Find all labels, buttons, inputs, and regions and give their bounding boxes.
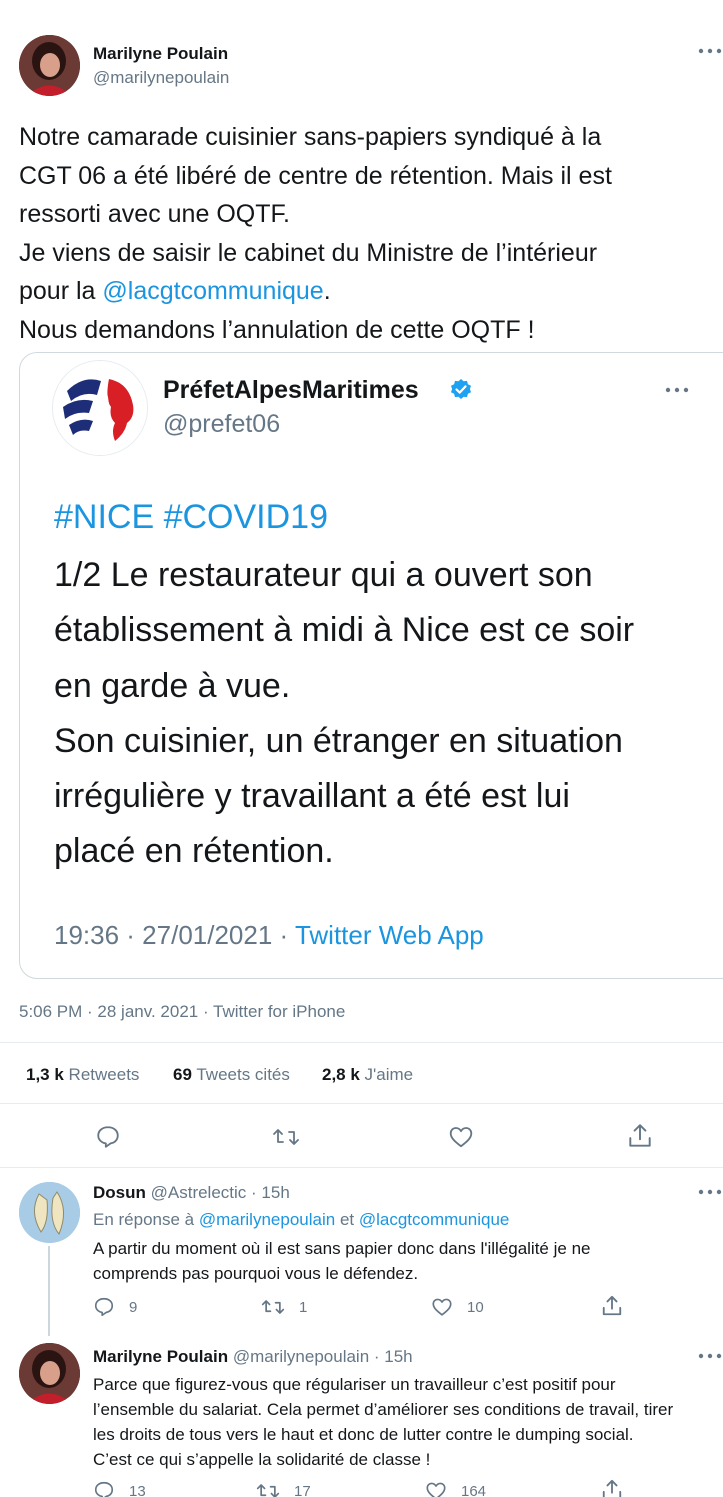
thread-line	[48, 1246, 50, 1336]
reply-author-handle[interactable]: @Astrelectic	[151, 1183, 247, 1202]
quotes-count: 69	[173, 1065, 192, 1084]
reply-retweet-action[interactable]: 1	[261, 1296, 307, 1318]
reply-text-line: C’est ce qui s’appelle la solidarité de …	[93, 1450, 431, 1469]
reply-text-line: Parce que figurez-vous que régulariser u…	[93, 1375, 616, 1394]
like-count: 10	[467, 1298, 484, 1316]
tweet-text-line: Nous demandons l’annulation de cette OQT…	[19, 315, 535, 344]
author-handle[interactable]: @marilynepoulain	[93, 68, 229, 88]
reply-text-line: A partir du moment où il est sans papier…	[93, 1239, 591, 1258]
reply-to-label: En réponse à	[93, 1210, 195, 1229]
reply-text: Parce que figurez-vous que régulariser u…	[93, 1372, 723, 1472]
quotes-stat[interactable]: 69 Tweets cités	[173, 1065, 290, 1085]
quoted-text-line: 1/2 Le restaurateur qui a ouvert son	[54, 556, 593, 594]
reply-text: A partir du moment où il est sans papier…	[93, 1236, 723, 1286]
reply-time[interactable]: · 15h	[251, 1183, 290, 1202]
reply-to-mention[interactable]: @marilynepoulain	[199, 1210, 335, 1229]
reply-reply-action[interactable]: 9	[93, 1296, 137, 1318]
like-count: 164	[461, 1482, 487, 1497]
quoted-author-handle[interactable]: @prefet06	[163, 410, 280, 439]
reply-author-name[interactable]: Dosun	[93, 1183, 146, 1202]
divider	[0, 1103, 723, 1104]
quoted-text-line: en garde à vue.	[54, 666, 291, 705]
heart-icon[interactable]	[448, 1124, 474, 1150]
retweet-icon	[261, 1296, 285, 1318]
more-horizontal-icon[interactable]	[697, 46, 723, 56]
quoted-timestamp: 19:36 · 27/01/2021 · Twitter Web App	[54, 920, 484, 951]
reply-header: Dosun @Astrelectic · 15h	[93, 1183, 290, 1203]
likes-stat[interactable]: 2,8 k J'aime	[322, 1065, 413, 1085]
tweet-text-line: pour la @lacgtcommunique.	[19, 272, 719, 311]
reply-text-line: les droits de tous vers le haut et donc …	[93, 1425, 634, 1444]
retweets-stat[interactable]: 1,3 k Retweets	[26, 1065, 139, 1084]
retweet-count: 17	[294, 1482, 311, 1497]
divider	[0, 1042, 723, 1043]
quoted-text-line: établissement à midi à Nice est ce soir	[54, 611, 635, 650]
mention-link[interactable]: @lacgtcommunique	[102, 277, 323, 305]
author-name[interactable]: Marilyne Poulain	[93, 44, 228, 64]
quoted-tweet-text: 1/2 Le restaurateur qui a ouvert son éta…	[54, 548, 714, 880]
retweets-count: 1,3 k	[26, 1065, 64, 1084]
reply-to-and: et	[339, 1210, 355, 1229]
heart-icon	[431, 1296, 453, 1318]
reply-time[interactable]: · 15h	[374, 1347, 413, 1366]
reply-to-mention[interactable]: @lacgtcommunique	[359, 1210, 510, 1229]
divider	[0, 1167, 723, 1168]
reply-text-line: l’ensemble du salariat. Cela permet d’am…	[93, 1400, 674, 1419]
reply-icon	[93, 1480, 115, 1497]
reply-header: Marilyne Poulain @marilynepoulain · 15h	[93, 1347, 413, 1367]
reply-icon[interactable]	[95, 1124, 121, 1150]
reply-avatar[interactable]	[19, 1343, 80, 1404]
tweet-timestamp[interactable]: 5:06 PM · 28 janv. 2021 · Twitter for iP…	[19, 1002, 345, 1022]
tweet-text-segment: .	[323, 277, 331, 305]
verified-badge-icon	[449, 378, 473, 402]
share-icon[interactable]	[601, 1294, 623, 1318]
quotes-label: Tweets cités	[196, 1065, 290, 1084]
share-icon[interactable]	[601, 1478, 623, 1497]
tweet-text-segment: pour la	[19, 277, 103, 305]
reply-text-line: comprends pas pourquoi vous le défendez.	[93, 1264, 419, 1283]
tweet-text-line: CGT 06 a été libéré de centre de rétenti…	[19, 161, 612, 190]
reply-like-action[interactable]: 164	[425, 1480, 486, 1497]
reply-author-name[interactable]: Marilyne Poulain	[93, 1347, 228, 1366]
retweets-label: Retweets	[68, 1065, 140, 1084]
reply-like-action[interactable]: 10	[431, 1296, 484, 1318]
retweet-icon[interactable]	[272, 1124, 300, 1150]
heart-icon	[425, 1480, 447, 1497]
share-icon[interactable]	[627, 1122, 653, 1150]
tweet-text: Notre camarade cuisinier sans-papiers sy…	[19, 118, 719, 349]
prefet-avatar[interactable]	[52, 360, 148, 456]
reply-avatar[interactable]	[19, 1182, 80, 1243]
quoted-text-line: irrégulière y travaillant a été est lui	[54, 777, 570, 816]
reply-count: 9	[129, 1298, 138, 1316]
quoted-source-link[interactable]: Twitter Web App	[295, 920, 484, 950]
retweet-count: 1	[299, 1298, 308, 1316]
quoted-time: 19:36 · 27/01/2021 ·	[54, 920, 295, 950]
reply-count: 13	[129, 1482, 146, 1497]
tweet-text-line: Notre camarade cuisinier sans-papiers sy…	[19, 123, 602, 151]
reply-icon	[93, 1296, 115, 1318]
retweet-icon	[256, 1480, 280, 1497]
quoted-author-name[interactable]: PréfetAlpesMaritimes	[163, 376, 419, 405]
reply-author-handle[interactable]: @marilynepoulain	[233, 1347, 369, 1366]
reply-reply-action[interactable]: 13	[93, 1480, 146, 1497]
more-horizontal-icon[interactable]	[697, 1187, 723, 1197]
reply-to: En réponse à @marilynepoulain et @lacgtc…	[93, 1210, 509, 1230]
reply-retweet-action[interactable]: 17	[256, 1480, 311, 1497]
quoted-text-line: Son cuisinier, un étranger en situation	[54, 721, 623, 760]
author-avatar[interactable]	[19, 35, 80, 96]
quoted-text-line: placé en rétention.	[54, 832, 334, 871]
likes-count: 2,8 k	[322, 1065, 360, 1084]
more-horizontal-icon[interactable]	[664, 385, 690, 395]
likes-label: J'aime	[364, 1065, 414, 1084]
more-horizontal-icon[interactable]	[697, 1351, 723, 1361]
tweet-text-line: ressorti avec une OQTF.	[19, 200, 290, 228]
tweet-text-line: Je viens de saisir le cabinet du Ministr…	[19, 238, 598, 267]
tweet-stats: 1,3 k Retweets	[26, 1065, 139, 1085]
quoted-hashtags[interactable]: #NICE #COVID19	[54, 498, 328, 537]
